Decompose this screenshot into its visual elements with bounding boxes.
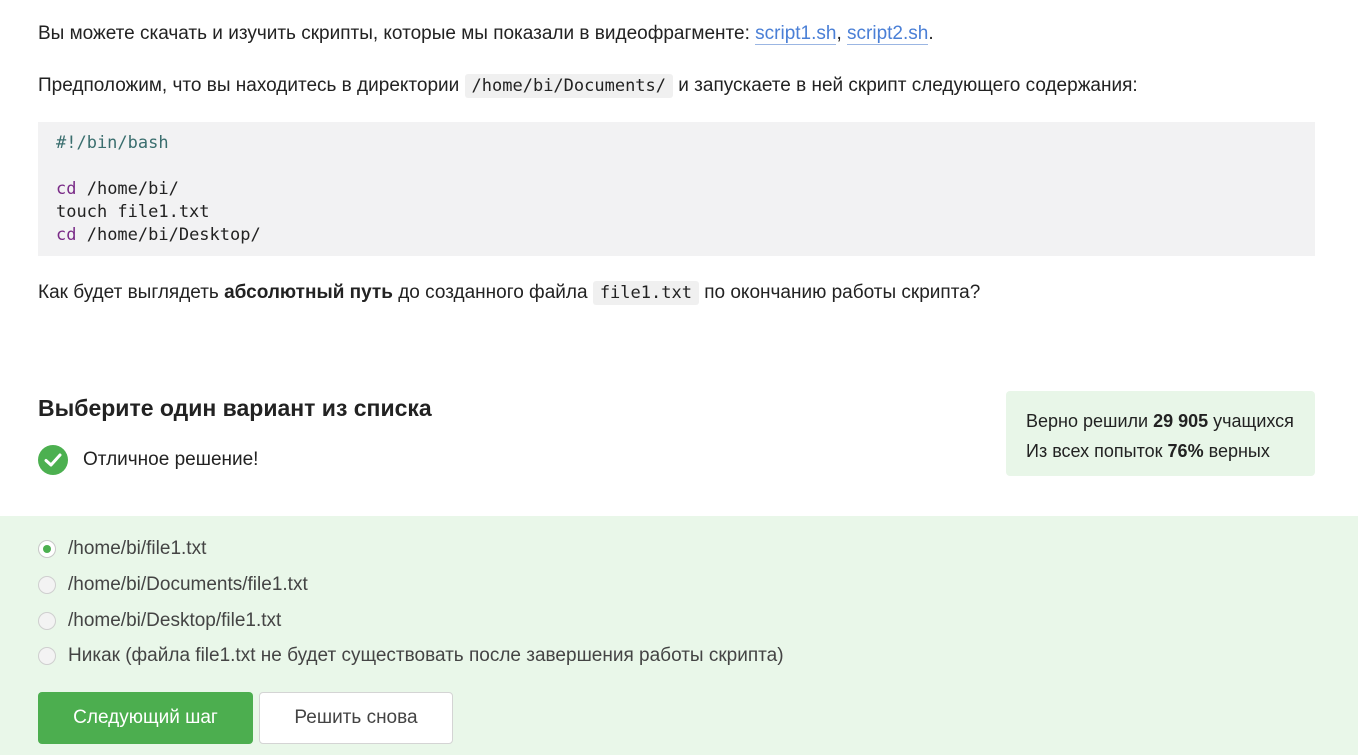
question-after: по окончанию работы скрипта? xyxy=(698,282,981,303)
option-2[interactable]: /home/bi/Documents/file1.txt xyxy=(38,574,308,596)
stats-solved-count: 29 905 xyxy=(1153,411,1209,431)
script1-link[interactable]: script1.sh xyxy=(755,23,837,45)
next-step-button[interactable]: Следующий шаг xyxy=(38,692,253,744)
option-label: /home/bi/Desktop/file1.txt xyxy=(68,610,282,631)
stats-attempts-percent: 76% xyxy=(1167,441,1204,461)
code-line-4: touch file1.txt xyxy=(56,202,210,222)
option-3[interactable]: /home/bi/Desktop/file1.txt xyxy=(38,610,281,632)
stats-panel: Верно решили 29 905 учащихся Из всех поп… xyxy=(1006,391,1315,476)
code-line-1: #!/bin/bash xyxy=(56,132,1297,155)
option-label: /home/bi/Documents/file1.txt xyxy=(68,574,308,595)
check-circle-icon xyxy=(38,445,68,475)
intro-separator: , xyxy=(836,23,848,44)
intro-end: . xyxy=(928,23,934,44)
stats-solved-suffix: учащихся xyxy=(1208,411,1294,431)
question-before: Как будет выглядеть xyxy=(38,282,225,303)
script2-link[interactable]: script2.sh xyxy=(847,23,929,45)
directory-code: /home/bi/Documents/ xyxy=(464,74,674,98)
option-label: /home/bi/file1.txt xyxy=(68,538,207,559)
code-shebang: #!/bin/bash xyxy=(56,133,169,153)
radio-icon[interactable] xyxy=(38,576,56,594)
intro-paragraph: Вы можете скачать и изучить скрипты, кот… xyxy=(38,22,934,46)
context-before: Предположим, что вы находитесь в директо… xyxy=(38,75,465,96)
code-cd-keyword: cd xyxy=(56,225,77,245)
stats-attempts-prefix: Из всех попыток xyxy=(1026,441,1168,461)
question-paragraph: Как будет выглядеть абсолютный путь до с… xyxy=(38,280,980,306)
stats-solved-prefix: Верно решили xyxy=(1026,411,1154,431)
retry-button[interactable]: Решить снова xyxy=(259,692,453,744)
feedback-message: Отличное решение! xyxy=(38,445,258,475)
stats-solved-line: Верно решили 29 905 учащихся xyxy=(1026,406,1295,436)
code-cd-arg: /home/bi/Desktop/ xyxy=(76,225,261,245)
code-line-3: cd /home/bi/ xyxy=(56,178,1297,201)
stats-attempts-line: Из всех попыток 76% верных xyxy=(1026,436,1295,466)
stats-attempts-suffix: верных xyxy=(1203,441,1270,461)
question-middle: до созданного файла xyxy=(392,282,593,303)
radio-icon[interactable] xyxy=(38,612,56,630)
context-paragraph: Предположим, что вы находитесь в директо… xyxy=(38,73,1138,99)
intro-text: Вы можете скачать и изучить скрипты, кот… xyxy=(38,23,756,44)
code-line-5: cd /home/bi/Desktop/ xyxy=(56,224,1297,247)
option-4[interactable]: Никак (файла file1.txt не будет существо… xyxy=(38,645,784,667)
script-code-block: #!/bin/bash cd /home/bi/ touch file1.txt… xyxy=(38,122,1315,256)
feedback-text: Отличное решение! xyxy=(83,449,259,470)
radio-icon[interactable] xyxy=(38,647,56,665)
choice-section-title: Выберите один вариант из списка xyxy=(38,395,432,421)
option-1[interactable]: /home/bi/file1.txt xyxy=(38,538,206,560)
context-after: и запускаете в ней скрипт следующего сод… xyxy=(673,75,1138,96)
code-cd-arg: /home/bi/ xyxy=(76,179,179,199)
radio-selected-icon[interactable] xyxy=(38,540,56,558)
question-bold: абсолютный путь xyxy=(224,282,393,303)
code-cd-keyword: cd xyxy=(56,179,77,199)
file-code: file1.txt xyxy=(592,281,699,305)
option-label: Никак (файла file1.txt не будет существо… xyxy=(68,645,784,666)
